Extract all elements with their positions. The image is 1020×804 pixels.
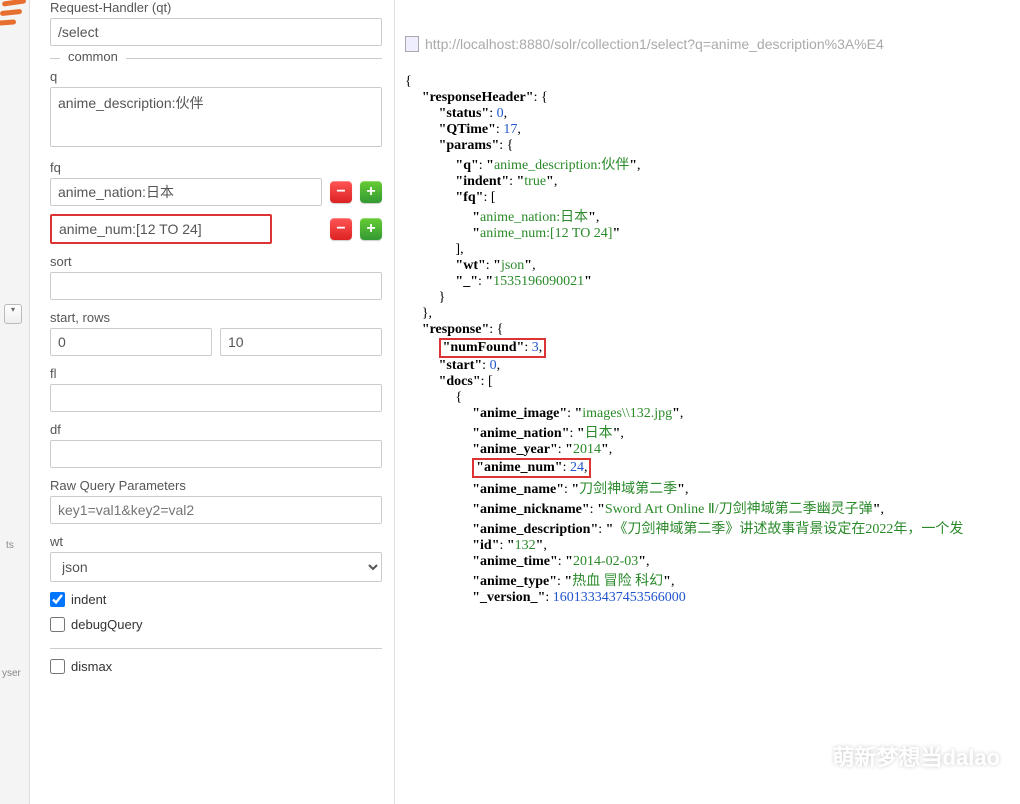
numfound-highlight: "numFound": 3, [439, 338, 547, 358]
sort-label: sort [50, 254, 382, 269]
add-fq-icon[interactable]: + [360, 181, 382, 203]
dropdown-icon[interactable]: ▾ [4, 304, 22, 324]
raw-query-label: Raw Query Parameters [50, 478, 382, 493]
fl-input[interactable] [50, 384, 382, 412]
dismax-checkbox[interactable] [50, 659, 65, 674]
watermark: 萌新梦想当dalao [789, 738, 1000, 774]
request-url-display[interactable]: http://localhost:8880/solr/collection1/s… [405, 32, 1020, 58]
wt-label: wt [50, 534, 382, 549]
sidebar-label-1: ts [6, 540, 14, 551]
wechat-icon [789, 738, 825, 774]
indent-label: indent [71, 592, 106, 607]
wt-select[interactable]: json [50, 552, 382, 582]
remove-fq-icon[interactable]: − [330, 218, 352, 240]
rows-input[interactable] [220, 328, 382, 356]
raw-query-input[interactable] [50, 496, 382, 524]
fq-input-1[interactable] [50, 178, 322, 206]
fq-input-2[interactable] [50, 214, 272, 244]
q-input[interactable]: anime_description:伙伴 [50, 87, 382, 147]
common-divider: common [50, 58, 382, 59]
start-rows-label: start, rows [50, 310, 382, 325]
fq-label: fq [50, 160, 382, 175]
document-icon [405, 36, 419, 52]
watermark-text: 萌新梦想当dalao [833, 740, 1000, 772]
df-input[interactable] [50, 440, 382, 468]
start-input[interactable] [50, 328, 212, 356]
indent-checkbox[interactable] [50, 592, 65, 607]
divider [50, 648, 382, 649]
add-fq-icon[interactable]: + [360, 218, 382, 240]
response-panel: http://localhost:8880/solr/collection1/s… [395, 0, 1020, 804]
fl-label: fl [50, 366, 382, 381]
sort-input[interactable] [50, 272, 382, 300]
df-label: df [50, 422, 382, 437]
common-section-label: common [60, 49, 126, 64]
nav-sidebar-sliver: ▾ ts yser [0, 0, 30, 804]
debug-query-checkbox[interactable] [50, 617, 65, 632]
anime-num-highlight: "anime_num": 24, [472, 458, 591, 478]
dismax-label: dismax [71, 659, 112, 674]
remove-fq-icon[interactable]: − [330, 181, 352, 203]
request-handler-input[interactable] [50, 18, 382, 46]
query-form-panel: Request-Handler (qt) common q anime_desc… [30, 0, 395, 804]
request-handler-label: Request-Handler (qt) [50, 0, 382, 15]
solr-logo-icon [0, 0, 26, 34]
sidebar-label-2: yser [2, 668, 21, 679]
debug-query-label: debugQuery [71, 617, 143, 632]
q-label: q [50, 69, 382, 84]
